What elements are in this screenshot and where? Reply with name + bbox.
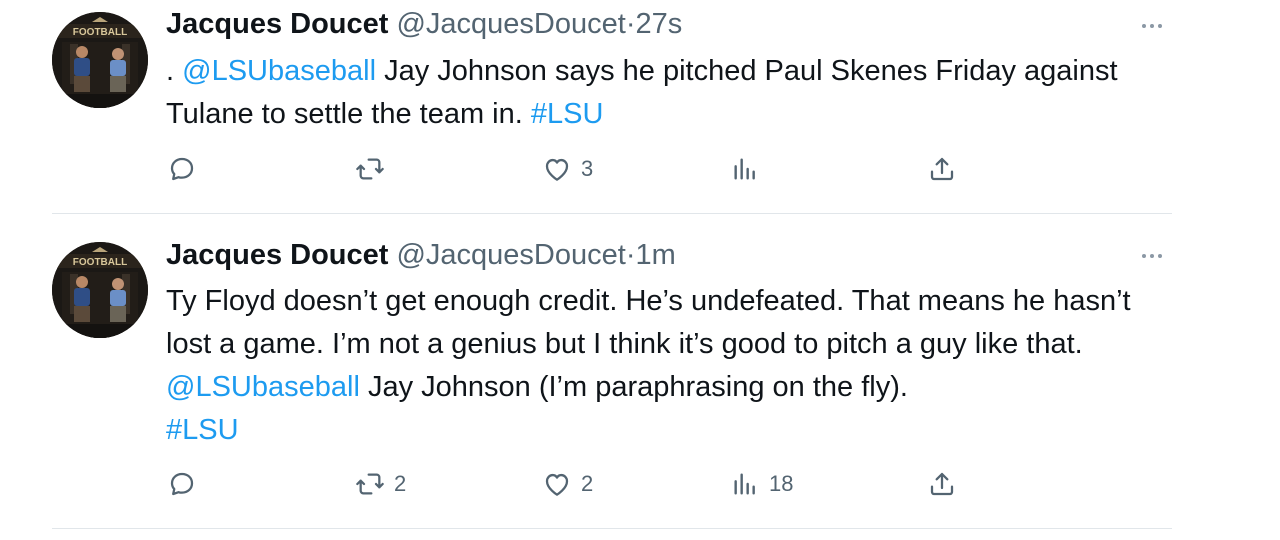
retweet-arrows-icon	[356, 158, 384, 180]
svg-text:FOOTBALL: FOOTBALL	[73, 257, 127, 268]
timestamp[interactable]: 27s	[636, 8, 683, 40]
avatar[interactable]: FOOTBALL	[52, 12, 148, 108]
retweet-count: 2	[394, 471, 407, 496]
share-button[interactable]	[926, 467, 958, 501]
like-button[interactable]: 2	[541, 467, 593, 501]
text-content: Ty Floyd doesn’t get enough credit. He’s…	[166, 285, 1131, 360]
action-bar: 3	[0, 152, 1172, 186]
avatar-image: FOOTBALL	[52, 12, 148, 108]
tweet[interactable]: FOOTBALL Jacques Doucet @JacquesDoucet·2…	[0, 0, 1172, 214]
tweet-header: Jacques Doucet @JacquesDoucet·27s	[166, 8, 682, 40]
bar-chart-icon	[734, 158, 755, 180]
retweet-button[interactable]: 2	[354, 467, 406, 501]
speech-bubble-icon	[170, 472, 194, 496]
tweet[interactable]: FOOTBALL Jacques Doucet @JacquesDoucet·1…	[0, 214, 1172, 530]
separator-dot: ·	[625, 8, 636, 40]
mention-link[interactable]: @LSUbaseball	[166, 371, 360, 403]
retweet-button[interactable]	[354, 152, 394, 186]
author-handle[interactable]: @JacquesDoucet	[396, 239, 625, 271]
reply-button[interactable]	[166, 467, 206, 501]
upload-arrow-icon	[930, 157, 954, 181]
avatar-image: FOOTBALL	[52, 242, 148, 338]
upload-arrow-icon	[930, 472, 954, 496]
share-button[interactable]	[926, 152, 958, 186]
retweet-arrows-icon	[356, 473, 384, 495]
views-count: 18	[769, 471, 794, 496]
views-button[interactable]: 18	[729, 467, 793, 501]
author-handle[interactable]: @JacquesDoucet	[396, 8, 625, 40]
action-bar: 2 2 18	[0, 467, 1172, 501]
tweet-text: . @LSUbaseball Jay Johnson says he pitch…	[166, 50, 1146, 136]
author-name[interactable]: Jacques Doucet	[166, 239, 388, 271]
like-count: 3	[581, 156, 594, 181]
speech-bubble-icon	[170, 157, 194, 181]
tweet-text: Ty Floyd doesn’t get enough credit. He’s…	[166, 280, 1146, 452]
more-options-icon[interactable]	[1142, 21, 1170, 31]
avatar[interactable]: FOOTBALL	[52, 242, 148, 338]
mention-link[interactable]: @LSUbaseball	[182, 55, 376, 87]
separator-dot: ·	[625, 239, 636, 271]
reply-button[interactable]	[166, 152, 206, 186]
bar-chart-icon	[734, 473, 755, 495]
tweet-header: Jacques Doucet @JacquesDoucet·1m	[166, 239, 676, 271]
author-name[interactable]: Jacques Doucet	[166, 8, 388, 40]
hashtag-link[interactable]: #LSU	[166, 414, 239, 446]
like-count: 2	[581, 471, 594, 496]
timestamp[interactable]: 1m	[636, 239, 676, 271]
svg-text:FOOTBALL: FOOTBALL	[73, 27, 127, 38]
text-content-2: Jay Johnson (I’m paraphrasing on the fly…	[367, 371, 908, 403]
more-options-icon[interactable]	[1142, 251, 1170, 261]
tweet-divider	[52, 528, 1172, 529]
text-lead: .	[166, 55, 175, 87]
views-button[interactable]	[729, 152, 769, 186]
heart-icon	[545, 473, 569, 496]
heart-icon	[545, 158, 569, 181]
like-button[interactable]: 3	[541, 152, 593, 186]
hashtag-link[interactable]: #LSU	[531, 98, 604, 130]
